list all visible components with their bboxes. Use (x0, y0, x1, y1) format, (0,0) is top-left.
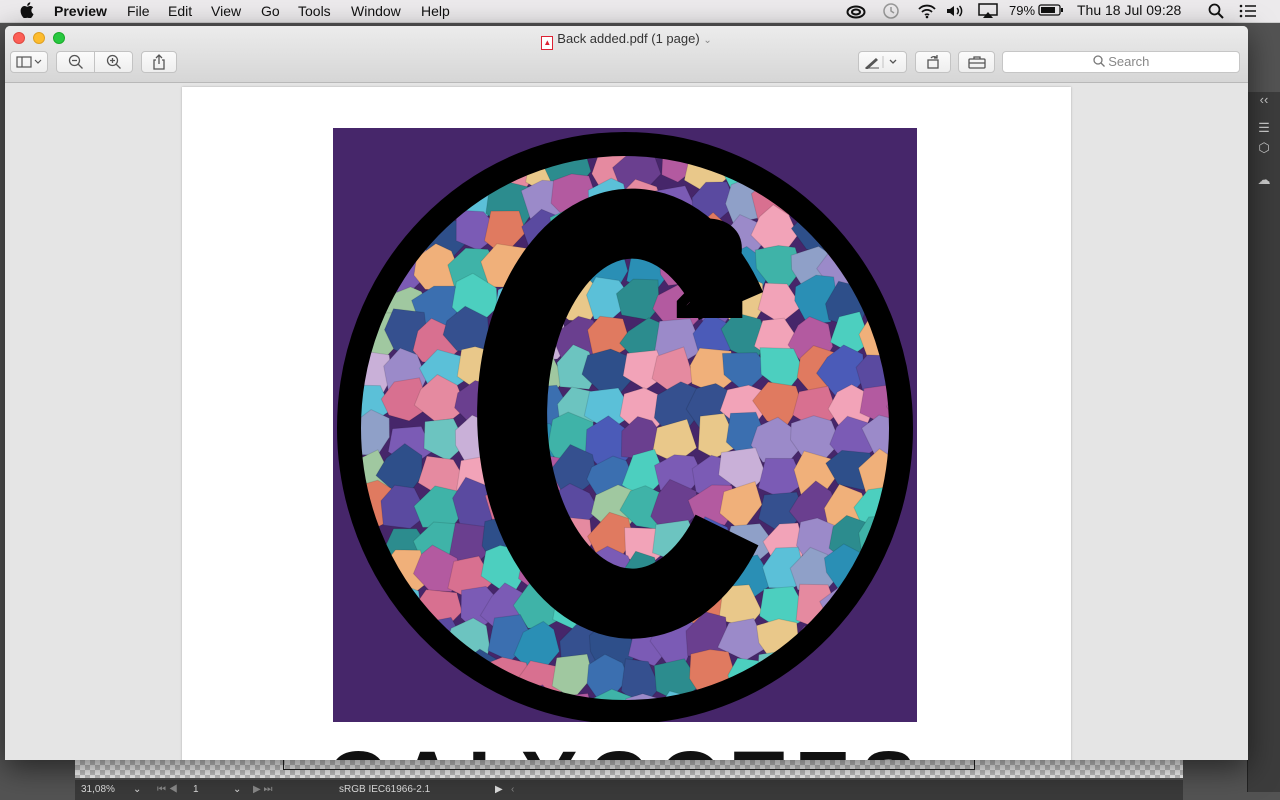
menu-window[interactable]: Window (351, 3, 401, 19)
background-panel-strip: ‹‹ ☰ ⬡ ☁ (1247, 92, 1280, 792)
background-selection-marquee (283, 760, 975, 770)
creative-cloud-icon[interactable]: ☁ (1256, 172, 1272, 188)
share-button[interactable] (141, 51, 177, 73)
menu-file[interactable]: File (127, 3, 150, 19)
preview-window: ▲ Back added.pdf (1 page) ⌄ Search 2 (5, 26, 1248, 760)
background-statusbar: 31,08% ⌄ ⏮ ◀ 1 ⌄ ▶ ⏭ sRGB IEC61966-2.1 ▶… (75, 780, 1183, 800)
menu-edit[interactable]: Edit (168, 3, 192, 19)
window-title-text: Back added.pdf (1 page) (557, 31, 700, 46)
time-machine-icon[interactable] (882, 3, 900, 22)
volume-icon[interactable] (945, 3, 967, 22)
sidebar-toggle-button[interactable] (10, 51, 48, 73)
rotate-button[interactable] (915, 51, 951, 73)
window-title[interactable]: ▲ Back added.pdf (1 page) ⌄ (5, 31, 1248, 50)
zoom-in-button[interactable] (94, 51, 133, 73)
menu-go[interactable]: Go (261, 3, 280, 19)
cube-icon[interactable]: ⬡ (1256, 140, 1272, 156)
menu-tools[interactable]: Tools (298, 3, 331, 19)
battery-percent[interactable]: 79% (1009, 3, 1035, 18)
battery-icon[interactable] (1038, 3, 1064, 20)
markup-pen-button[interactable] (858, 51, 907, 73)
menu-bar: Preview File Edit View Go Tools Window H… (0, 0, 1280, 23)
creative-cloud-icon[interactable] (846, 3, 866, 22)
first-page-icon[interactable]: ⏮ ◀ (157, 784, 178, 795)
search-placeholder: Search (1108, 54, 1150, 69)
notification-center-icon[interactable] (1239, 3, 1257, 22)
chevron-left-icon[interactable]: ‹ (511, 784, 514, 795)
play-icon[interactable]: ▶ (495, 784, 503, 795)
apple-icon[interactable] (20, 2, 34, 22)
toolbox-button[interactable] (958, 51, 995, 73)
chevron-down-icon[interactable]: ⌄ (703, 35, 711, 46)
titlebar: ▲ Back added.pdf (1 page) ⌄ Search (5, 26, 1248, 83)
pdf-file-icon: ▲ (541, 36, 554, 50)
document-viewport[interactable]: 2 CALYCOTES (5, 83, 1248, 760)
menu-app-name[interactable]: Preview (54, 3, 107, 19)
logo-superscript: 2 (673, 203, 749, 342)
menu-view[interactable]: View (211, 3, 241, 19)
menu-help[interactable]: Help (421, 3, 450, 19)
collapse-icon[interactable]: ‹‹ (1256, 92, 1272, 108)
pdf-page: 2 CALYCOTES (182, 87, 1071, 760)
list-icon[interactable]: ☰ (1256, 120, 1272, 136)
color-profile: sRGB IEC61966-2.1 (339, 784, 431, 795)
spotlight-search-icon[interactable] (1208, 3, 1224, 22)
clock[interactable]: Thu 18 Jul 09:28 (1077, 2, 1181, 18)
airplay-icon[interactable] (978, 3, 998, 22)
search-icon (1092, 54, 1109, 69)
page-caption-text: CALYCOTES (182, 733, 1071, 760)
search-input[interactable]: Search (1002, 51, 1240, 73)
chevron-down-icon[interactable]: ⌄ (133, 784, 141, 795)
chevron-down-icon[interactable]: ⌄ (233, 784, 241, 795)
zoom-out-button[interactable] (56, 51, 95, 73)
wifi-icon[interactable] (917, 3, 937, 22)
next-page-icon[interactable]: ▶ ⏭ (253, 784, 272, 795)
mosaic-logo-graphic: 2 (333, 128, 917, 722)
logo-artwork: 2 (333, 128, 917, 722)
page-number[interactable]: 1 (193, 784, 199, 795)
zoom-value[interactable]: 31,08% (81, 784, 115, 795)
